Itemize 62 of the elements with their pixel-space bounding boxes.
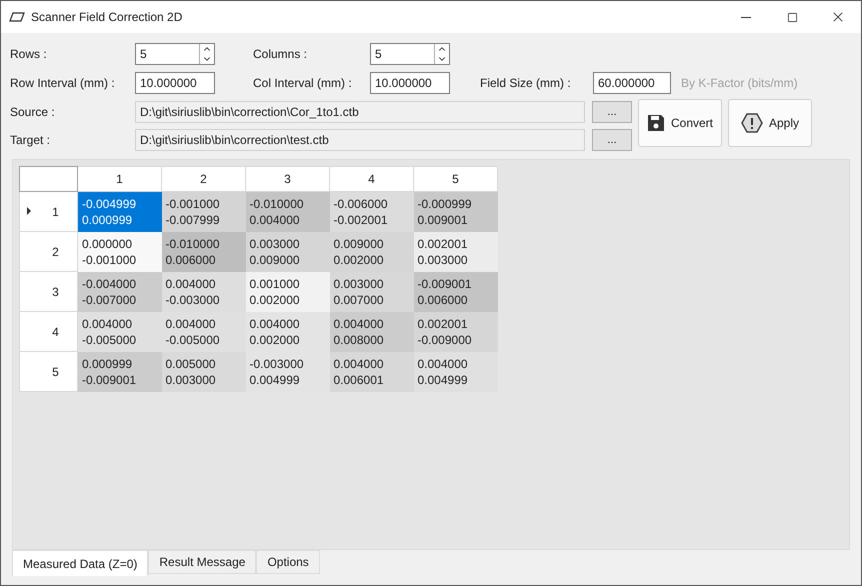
number-spinner[interactable]: 5 (135, 43, 215, 65)
tab[interactable]: Result Message (148, 550, 256, 574)
maximize-icon (786, 12, 798, 22)
field-label: Rows : (10, 46, 48, 63)
field-label: Target : (10, 132, 52, 149)
minimize-icon (741, 16, 751, 18)
app-icon (9, 12, 25, 22)
row-header[interactable]: 2 (20, 232, 78, 272)
row-header[interactable]: 1 (20, 192, 78, 232)
table-cell[interactable]: -0.004000 -0.007000 (78, 272, 162, 312)
table-cell[interactable]: 0.003000 0.009000 (246, 232, 330, 272)
browse-button[interactable]: ... (592, 101, 632, 123)
table-cell[interactable]: 0.004000 0.006001 (330, 352, 414, 392)
row-header[interactable]: 5 (20, 352, 78, 392)
field-label: Row Interval (mm) : (10, 75, 116, 92)
table-cell[interactable]: -0.006000 -0.002001 (330, 192, 414, 232)
table-cell[interactable]: 0.004000 -0.005000 (78, 312, 162, 352)
path-field[interactable]: D:\git\siriuslib\bin\correction\test.ctb (135, 129, 585, 151)
window-title: Scanner Field Correction 2D (31, 9, 182, 26)
table-cell[interactable]: -0.010000 0.004000 (246, 192, 330, 232)
path-field[interactable]: D:\git\siriuslib\bin\correction\Cor_1to1.ctb (135, 101, 585, 123)
table-cell[interactable]: 0.000999 -0.009001 (78, 352, 162, 392)
field-label: Columns : (253, 46, 308, 63)
table-cell[interactable]: 0.002001 0.003000 (414, 232, 498, 272)
table-cell[interactable]: 0.004000 0.004999 (414, 352, 498, 392)
table-cell[interactable]: 0.003000 0.007000 (330, 272, 414, 312)
corner-header (20, 166, 78, 192)
field-label: Source : (10, 104, 56, 121)
number-spinner[interactable]: 5 (370, 43, 450, 65)
table-cell[interactable]: 0.001000 0.002000 (246, 272, 330, 312)
table-cell[interactable]: 0.000000 -0.001000 (78, 232, 162, 272)
field-label: Col Interval (mm) : (253, 75, 353, 92)
input-field[interactable]: 10.000000 (135, 72, 215, 94)
table-cell[interactable]: 0.004000 0.008000 (330, 312, 414, 352)
table-cell[interactable]: -0.001000 -0.007999 (162, 192, 246, 232)
row-header[interactable]: 3 (20, 272, 78, 312)
warning-hexagon-icon (740, 113, 763, 133)
table-cell[interactable]: 0.004000 -0.003000 (162, 272, 246, 312)
table-cell[interactable]: -0.000999 0.009001 (414, 192, 498, 232)
column-header: 3 (246, 166, 330, 192)
tab[interactable]: Measured Data (Z=0) (12, 550, 148, 576)
table-cell[interactable]: -0.004999 0.000999 (78, 192, 162, 232)
table-cell[interactable]: 0.004000 -0.005000 (162, 312, 246, 352)
input-field[interactable]: 60.000000 (593, 72, 671, 94)
table-cell[interactable]: 0.002001 -0.009000 (414, 312, 498, 352)
input-field[interactable]: 10.000000 (370, 72, 450, 94)
table-cell[interactable]: -0.010000 0.006000 (162, 232, 246, 272)
action-button[interactable]: Convert (638, 99, 722, 147)
action-button[interactable]: Apply (728, 99, 812, 147)
browse-button[interactable]: ... (592, 129, 632, 151)
table-cell[interactable]: 0.005000 0.003000 (162, 352, 246, 392)
table-cell[interactable]: -0.009001 0.006000 (414, 272, 498, 312)
current-row-icon (27, 207, 31, 215)
column-header: 5 (414, 166, 498, 192)
tab[interactable]: Options (256, 550, 320, 574)
table-cell[interactable]: 0.009000 0.002000 (330, 232, 414, 272)
field-label: Field Size (mm) : (480, 75, 572, 92)
column-header: 2 (162, 166, 246, 192)
row-header[interactable]: 4 (20, 312, 78, 352)
column-header: 1 (78, 166, 162, 192)
table-cell[interactable]: 0.004000 0.002000 (246, 312, 330, 352)
column-header: 4 (330, 166, 414, 192)
